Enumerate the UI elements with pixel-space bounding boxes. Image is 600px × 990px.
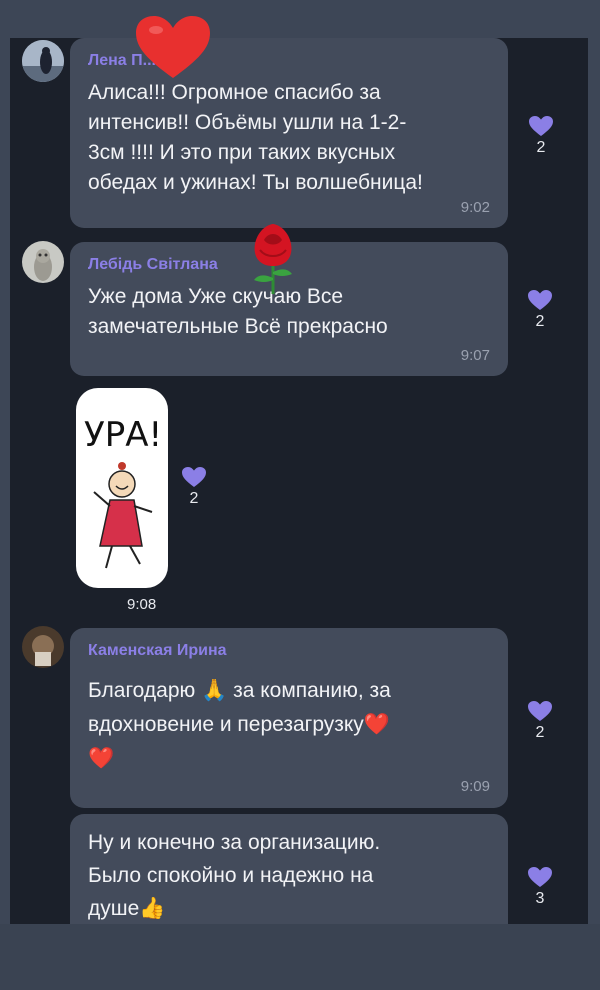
message-time: 9:02	[460, 199, 490, 216]
like-reaction[interactable]: 2	[520, 700, 560, 742]
message-bubble[interactable]: Каменская Ирина Благодарю 🙏 за компанию,…	[70, 628, 508, 808]
purple-heart-icon	[528, 701, 552, 721]
purple-heart-icon	[529, 116, 553, 136]
message-text: Алиса!!! Огромное спасибо за интенсив!! …	[88, 81, 423, 194]
like-reaction[interactable]: 2	[520, 289, 560, 331]
like-count: 2	[189, 490, 199, 507]
like-reaction[interactable]: 2	[521, 115, 561, 157]
avatar[interactable]	[22, 241, 64, 283]
sender-name[interactable]: Каменская Ирина	[88, 642, 227, 660]
like-count: 3	[535, 890, 545, 907]
message-text: Уже дома Уже скучаю Все замечательные Вс…	[88, 285, 388, 338]
avatar-photo	[22, 40, 64, 82]
like-count: 2	[535, 724, 545, 741]
message-text: Ну и конечно за организацию. Было спокой…	[88, 831, 381, 920]
sticker-text: УРА!	[84, 415, 162, 455]
like-reaction[interactable]: 3	[520, 866, 560, 908]
rose-sticker	[254, 224, 292, 294]
like-reaction[interactable]: 2	[174, 466, 214, 508]
avatar-photo	[22, 241, 64, 283]
message-text: Благодарю 🙏 за компанию, за вдохновение …	[88, 679, 391, 770]
purple-heart-icon	[528, 867, 552, 887]
message-time: 9:09	[460, 778, 490, 795]
chat-area[interactable]: Лена П... ес Алиса!!! Огромное спасибо з…	[10, 38, 588, 924]
like-count: 2	[535, 313, 545, 330]
message-bubble[interactable]: Ну и конечно за организацию. Было спокой…	[70, 814, 508, 924]
sticker-image[interactable]: УРА!	[76, 388, 168, 588]
red-heart-sticker	[136, 16, 210, 78]
bottom-bar	[0, 924, 600, 990]
message-time: 9:08	[127, 596, 157, 613]
message-time: 9:07	[460, 347, 490, 364]
purple-heart-icon	[182, 467, 206, 487]
avatar[interactable]	[22, 40, 64, 82]
purple-heart-icon	[528, 290, 552, 310]
little-my-sticker-illustration: УРА!	[84, 415, 162, 569]
like-count: 2	[536, 139, 546, 156]
sender-name[interactable]: Лебідь Світлана	[88, 256, 218, 274]
avatar-photo	[22, 626, 64, 668]
avatar[interactable]	[22, 626, 64, 668]
